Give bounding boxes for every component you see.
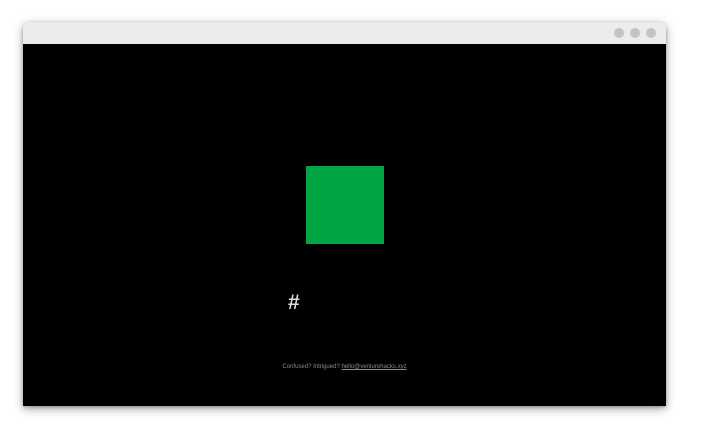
window-titlebar bbox=[23, 22, 666, 44]
browser-window: # Confused? Intrigued? hello@venturehack… bbox=[23, 22, 666, 406]
window-control-dot-3[interactable] bbox=[646, 28, 656, 38]
page-content: # Confused? Intrigued? hello@venturehack… bbox=[23, 44, 666, 406]
window-control-dot-1[interactable] bbox=[614, 28, 624, 38]
green-square bbox=[306, 166, 384, 244]
footer: Confused? Intrigued? hello@venturehacks.… bbox=[23, 364, 666, 370]
hash-symbol: # bbox=[288, 291, 300, 314]
contact-email-link[interactable]: hello@venturehacks.xyz bbox=[341, 364, 406, 370]
window-controls bbox=[614, 28, 656, 38]
window-control-dot-2[interactable] bbox=[630, 28, 640, 38]
footer-prompt: Confused? Intrigued? bbox=[282, 364, 340, 370]
